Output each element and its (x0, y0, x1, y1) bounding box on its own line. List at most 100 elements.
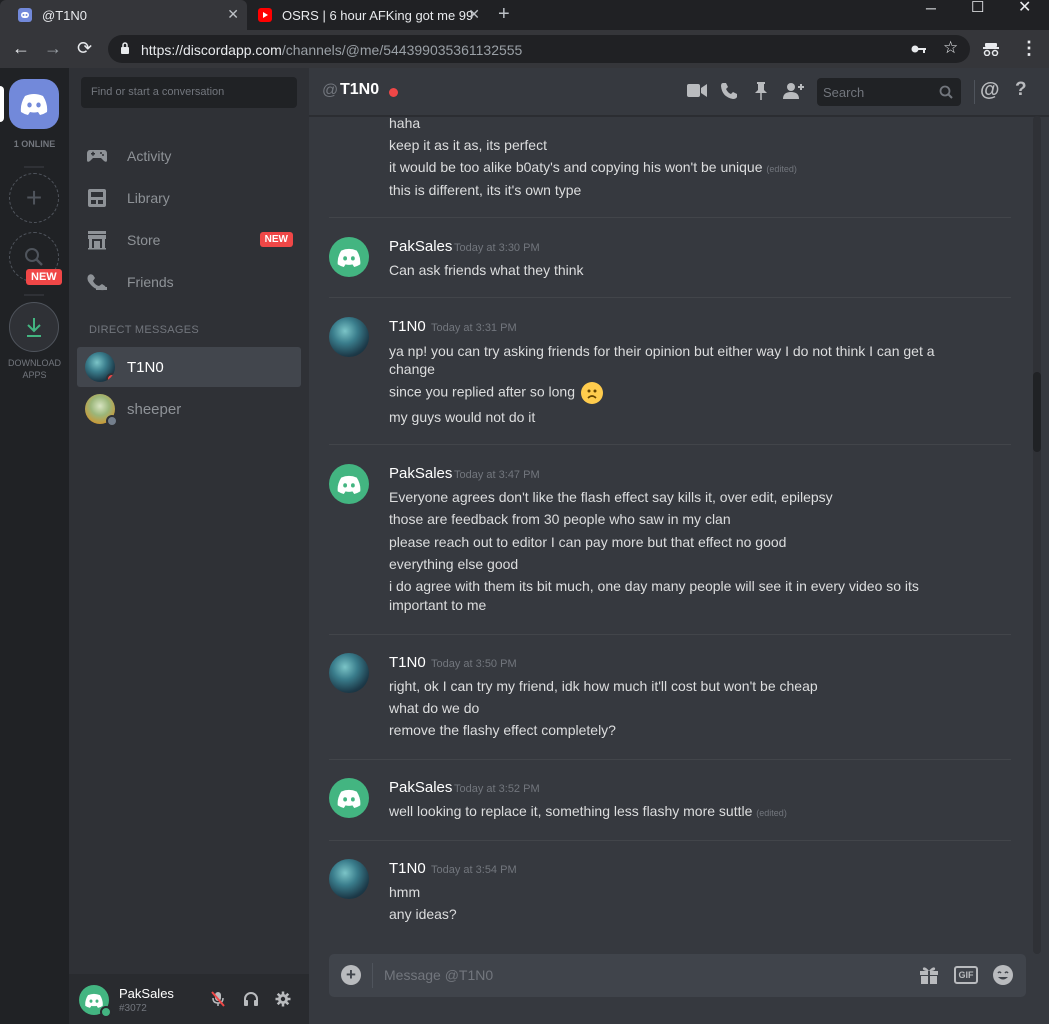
discord-logo-icon (337, 248, 361, 267)
message-text: change (389, 361, 435, 377)
download-apps-button[interactable] (9, 302, 59, 352)
message-author[interactable]: T1N0 (389, 318, 426, 335)
user-discriminator: #3072 (119, 1003, 147, 1014)
message-text: since you replied after so long (389, 382, 969, 404)
online-status-icon (100, 1006, 112, 1018)
download-icon (27, 318, 41, 337)
mute-microphone-icon[interactable] (211, 991, 225, 1007)
help-icon[interactable]: ? (1015, 79, 1027, 101)
avatar[interactable] (329, 464, 369, 504)
add-member-icon[interactable] (782, 82, 804, 100)
message-text: remove the flashy effect completely? (389, 722, 616, 738)
message-text: everything else good (389, 556, 519, 572)
nav-label: Store (127, 232, 161, 248)
new-tab-button[interactable]: + (498, 3, 510, 26)
browser-tab-youtube[interactable]: OSRS | 6 hour AFKing got me 99 ✕ (240, 0, 488, 30)
online-count: 1 ONLINE (13, 139, 56, 149)
mentions-icon[interactable]: @ (980, 79, 1000, 102)
menu-icon[interactable]: ⋮ (1020, 38, 1038, 59)
avatar[interactable] (329, 653, 369, 693)
frowning-face-emoji-icon (580, 382, 603, 404)
message-author[interactable]: PakSales (389, 779, 452, 796)
message-input[interactable]: Message @T1N0 (384, 967, 493, 983)
discord-icon (18, 8, 32, 22)
avatar[interactable] (329, 317, 369, 357)
close-window-icon[interactable]: ✕ (1018, 0, 1031, 17)
message-author[interactable]: T1N0 (389, 860, 426, 877)
forward-icon[interactable]: → (44, 38, 62, 59)
pin-icon[interactable] (754, 81, 768, 101)
message-list: haha keep it as it as, its perfect it wo… (309, 116, 1049, 954)
headphones-icon[interactable] (243, 991, 259, 1007)
avatar (85, 394, 118, 427)
avatar[interactable] (329, 859, 369, 899)
avatar[interactable] (329, 237, 369, 277)
star-icon[interactable]: ☆ (943, 38, 958, 58)
direct-messages-heading: DIRECT MESSAGES (89, 324, 200, 336)
message-text: this is different, its it's own type (389, 182, 582, 198)
plus-icon: + (25, 182, 43, 213)
maximize-icon[interactable]: ☐ (971, 0, 984, 16)
settings-gear-icon[interactable] (275, 991, 291, 1007)
message-text: please reach out to editor I can pay mor… (389, 534, 787, 550)
home-button[interactable] (9, 79, 59, 129)
close-icon[interactable]: ✕ (227, 6, 239, 23)
dm-item-sheeper[interactable]: sheeper (77, 389, 301, 429)
browser-tab-bar: @T1N0 ✕ OSRS | 6 hour AFKing got me 99 ✕… (0, 0, 1049, 30)
message-text: ya np! you can try asking friends for th… (389, 343, 935, 359)
offline-status-icon (106, 415, 118, 427)
message-author[interactable]: PakSales (389, 238, 452, 255)
nav-store[interactable]: Store NEW (77, 220, 301, 260)
message-text: important to me (389, 597, 487, 613)
minimize-icon[interactable]: ─ (926, 0, 936, 16)
message-text: Can ask friends what they think (389, 262, 584, 278)
search-input[interactable]: Search (817, 78, 961, 106)
chat-header: @ T1N0 Search @ ? (309, 68, 1049, 116)
discord-logo-icon (20, 94, 48, 115)
youtube-icon (258, 8, 272, 22)
message-text: hmm (389, 884, 421, 900)
back-icon[interactable]: ← (12, 38, 30, 59)
gif-button[interactable]: GIF (954, 966, 978, 984)
incognito-icon[interactable] (983, 42, 999, 56)
key-icon[interactable] (911, 43, 927, 55)
nav-activity[interactable]: Activity (77, 136, 301, 176)
discord-logo-icon (337, 475, 361, 494)
avatar[interactable] (79, 985, 112, 1018)
new-badge: NEW (259, 232, 293, 247)
divider (24, 294, 44, 296)
message-author[interactable]: PakSales (389, 465, 452, 482)
message-text: any ideas? (389, 906, 457, 922)
username: PakSales (119, 986, 174, 1001)
nav-friends[interactable]: Friends (77, 262, 301, 302)
search-icon (25, 248, 43, 266)
browser-tab-discord[interactable]: @T1N0 ✕ (0, 0, 247, 30)
nav-library[interactable]: Library (77, 178, 301, 218)
divider (372, 963, 373, 988)
message-timestamp: Today at 3:54 PM (431, 864, 517, 876)
scrollbar-track[interactable] (1033, 116, 1041, 954)
dm-name: sheeper (127, 400, 182, 418)
message-timestamp: Today at 3:30 PM (454, 242, 540, 254)
emoji-picker-icon[interactable] (992, 964, 1014, 986)
friends-icon (85, 270, 109, 294)
download-apps-label: DOWNLOAD APPS (7, 358, 61, 380)
voice-call-icon[interactable] (720, 82, 738, 100)
message-timestamp: Today at 3:47 PM (454, 469, 540, 481)
message-author[interactable]: T1N0 (389, 654, 426, 671)
close-icon[interactable]: ✕ (468, 6, 480, 23)
find-conversation-input[interactable]: Find or start a conversation (81, 77, 297, 108)
chat-area: @ T1N0 Search @ ? haha keep it as it as,… (309, 68, 1049, 1024)
add-server-button[interactable]: + (9, 173, 59, 223)
avatar[interactable] (329, 778, 369, 818)
message-text: what do we do (389, 700, 480, 716)
upload-plus-button[interactable]: + (341, 965, 361, 985)
url-text: https://discordapp.com/channels/@me/5443… (141, 42, 523, 58)
scrollbar-thumb[interactable] (1033, 372, 1041, 452)
gift-icon[interactable] (919, 965, 939, 985)
reload-icon[interactable]: ⟳ (77, 38, 92, 59)
dm-item-t1n0[interactable]: T1N0 (77, 347, 301, 387)
divider (329, 634, 1011, 635)
address-bar[interactable]: https://discordapp.com/channels/@me/5443… (108, 35, 970, 63)
video-call-icon[interactable] (687, 84, 707, 97)
